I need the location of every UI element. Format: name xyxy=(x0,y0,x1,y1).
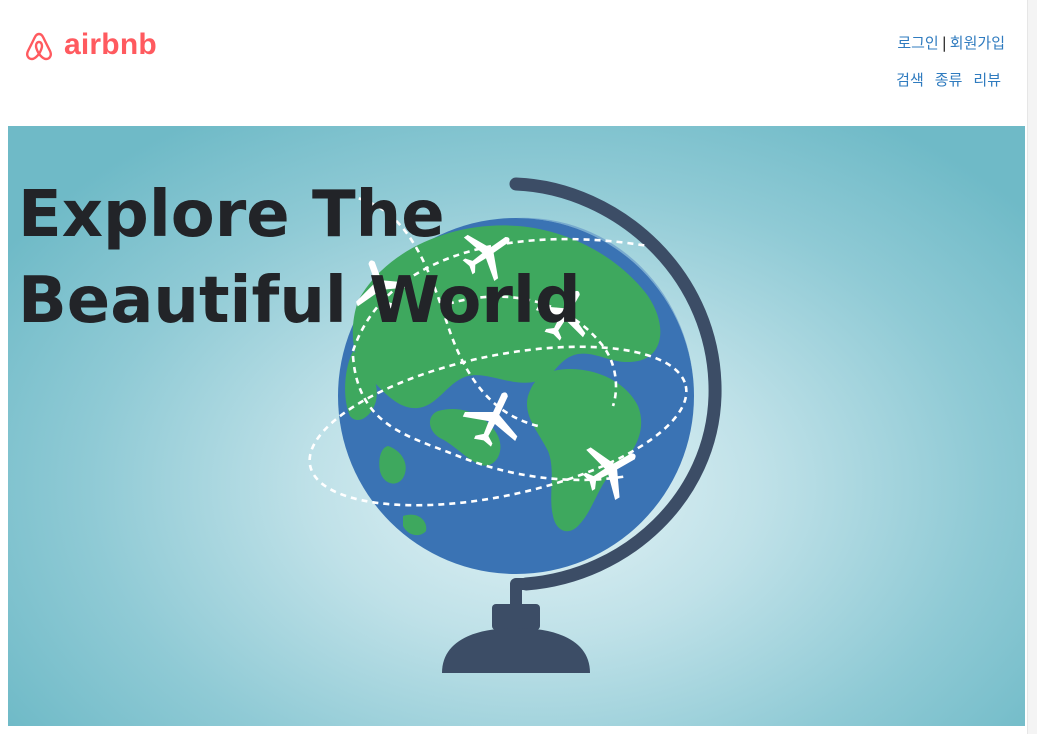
hero-title: Explore The Beautiful World xyxy=(18,178,581,338)
auth-links: 로그인 | 회원가입 xyxy=(897,32,1005,53)
auth-separator: | xyxy=(941,34,947,52)
brand-logo-link[interactable]: airbnb xyxy=(24,28,157,62)
signup-link[interactable]: 회원가입 xyxy=(950,34,1005,52)
main-nav: 검색 종류 리뷰 xyxy=(896,69,1001,90)
nav-reviews-link[interactable]: 리뷰 xyxy=(973,69,1001,90)
page-scroll-edge xyxy=(1027,0,1037,734)
nav-types-link[interactable]: 종류 xyxy=(935,69,963,90)
airbnb-logo-icon xyxy=(26,32,52,61)
hero-banner: Explore The Beautiful World xyxy=(8,126,1025,726)
site-header: airbnb 로그인 | 회원가입 검색 종류 리뷰 xyxy=(0,0,1037,126)
brand-name: airbnb xyxy=(64,28,157,61)
nav-search-link[interactable]: 검색 xyxy=(896,69,924,90)
login-link[interactable]: 로그인 xyxy=(897,34,938,52)
